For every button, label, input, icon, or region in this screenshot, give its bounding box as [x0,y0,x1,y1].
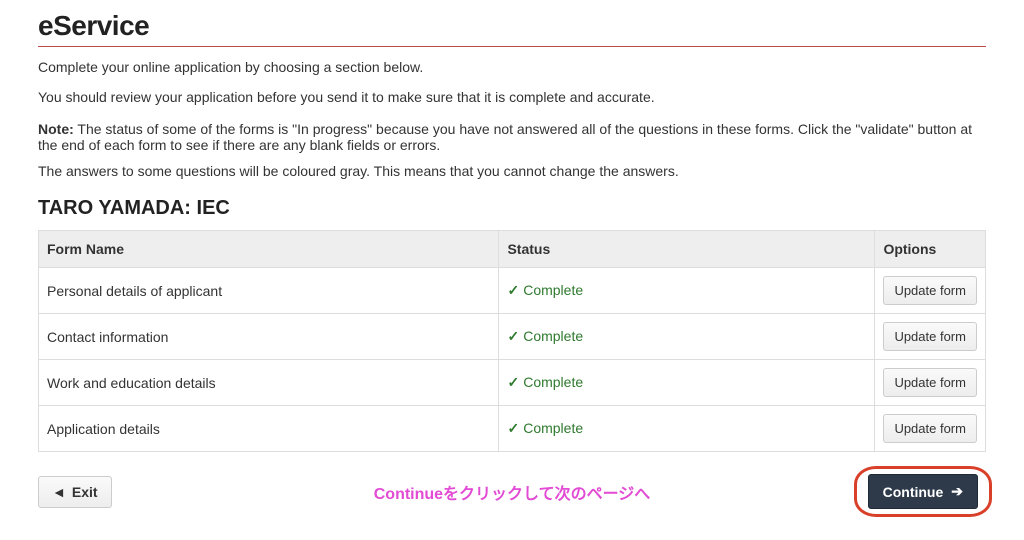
note-body: The status of some of the forms is "In p… [38,121,972,153]
note-label: Note: [38,121,74,137]
form-name-cell: Work and education details [39,360,499,406]
check-icon: ✓ [507,328,519,345]
table-row: Contact information ✓Complete すべてのステータスが… [39,314,986,360]
forms-table: Form Name Status Options Personal detail… [38,230,986,452]
form-name-cell: Personal details of applicant [39,268,499,314]
exit-label: Exit [72,484,98,500]
status-cell: ✓Complete [499,268,875,314]
table-row: Application details ✓Complete Update for… [39,406,986,452]
form-name-cell: Application details [39,406,499,452]
annotation-continue: Continueをクリックして次のページへ [374,480,651,504]
update-form-button[interactable]: Update form [883,322,977,351]
footer-row: ◄ Exit Continueをクリックして次のページへ Continue ➔ [38,470,986,513]
exit-button[interactable]: ◄ Exit [38,476,112,508]
status-cell: ✓Complete [499,406,875,452]
options-cell: Update form [875,268,986,314]
continue-wrap: Continue ➔ [860,470,986,513]
table-row: Work and education details ✓Complete Upd… [39,360,986,406]
note-paragraph: Note: The status of some of the forms is… [38,121,986,153]
instruction-2: You should review your application befor… [38,89,986,105]
status-cell: ✓Complete [499,360,875,406]
check-icon: ✓ [507,374,519,391]
table-row: Personal details of applicant ✓Complete … [39,268,986,314]
applicant-heading: TARO YAMADA: IEC [38,197,986,220]
update-form-button[interactable]: Update form [883,414,977,443]
note-tail: The answers to some questions will be co… [38,163,986,179]
update-form-button[interactable]: Update form [883,276,977,305]
check-icon: ✓ [507,420,519,437]
check-icon: ✓ [507,282,519,299]
instruction-1: Complete your online application by choo… [38,59,986,75]
status-cell: ✓Complete すべてのステータスが Completeに変わりました！ [499,314,875,360]
status-text: Complete [523,282,583,298]
options-cell: Update form [875,406,986,452]
col-header-form: Form Name [39,231,499,268]
form-name-cell: Contact information [39,314,499,360]
col-header-status: Status [499,231,875,268]
status-text: Complete [523,420,583,436]
col-header-options: Options [875,231,986,268]
options-cell: Update form [875,314,986,360]
continue-button[interactable]: Continue ➔ [868,474,978,509]
arrow-left-icon: ◄ [52,484,66,500]
arrow-right-icon: ➔ [951,483,963,500]
status-text: Complete [523,374,583,390]
status-text: Complete [523,328,583,344]
title-divider [38,46,986,47]
continue-label: Continue [883,484,944,500]
page-title: eService [38,10,986,42]
options-cell: Update form [875,360,986,406]
update-form-button[interactable]: Update form [883,368,977,397]
